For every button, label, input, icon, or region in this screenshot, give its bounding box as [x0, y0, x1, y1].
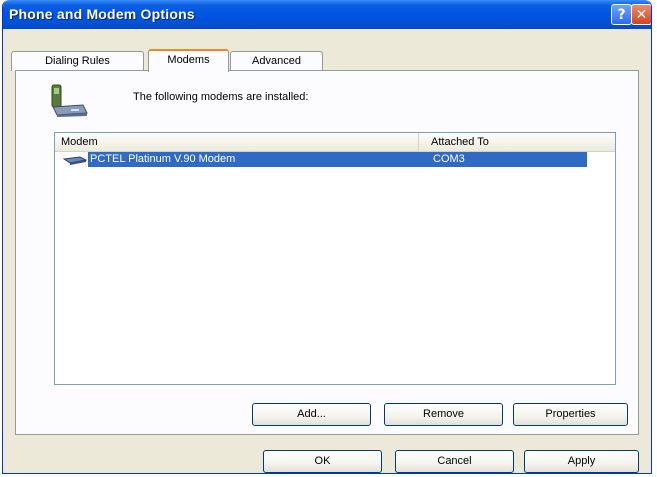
tab-modems[interactable]: Modems	[148, 49, 229, 72]
apply-button[interactable]: Apply	[524, 450, 639, 473]
help-button[interactable]: ?	[611, 4, 632, 25]
modem-icon	[63, 156, 87, 165]
installed-modems-label: The following modems are installed:	[133, 91, 309, 103]
list-header: Modem Attached To	[55, 133, 615, 152]
list-item[interactable]: PCTEL Platinum V.90 Modem COM3	[55, 152, 587, 167]
close-icon: ✕	[635, 6, 648, 23]
tab-advanced[interactable]: Advanced	[230, 51, 323, 71]
modems-list[interactable]: Modem Attached To PCTEL Platinum V.90 Mo…	[54, 132, 616, 385]
remove-button[interactable]: Remove	[384, 403, 503, 426]
column-header-attached-to[interactable]: Attached To	[419, 133, 615, 151]
help-icon: ?	[617, 6, 626, 23]
cancel-button[interactable]: Cancel	[395, 450, 514, 473]
close-button[interactable]: ✕	[631, 4, 651, 25]
modems-tab-panel: The following modems are installed: Mode…	[15, 70, 639, 435]
ok-button[interactable]: OK	[263, 450, 382, 473]
properties-button[interactable]: Properties	[513, 403, 628, 426]
dialog-window: Phone and Modem Options ? ✕ Dialing Rule…	[2, 0, 652, 474]
phone-modem-icon	[51, 84, 88, 117]
window-title: Phone and Modem Options	[9, 6, 195, 22]
attached-to-cell: COM3	[433, 153, 465, 165]
title-bar[interactable]: Phone and Modem Options ? ✕	[3, 0, 651, 29]
tab-dialing-rules[interactable]: Dialing Rules	[11, 51, 144, 71]
column-header-modem[interactable]: Modem	[55, 133, 419, 151]
add-button[interactable]: Add...	[252, 403, 371, 426]
modem-name-cell: PCTEL Platinum V.90 Modem	[90, 153, 236, 165]
